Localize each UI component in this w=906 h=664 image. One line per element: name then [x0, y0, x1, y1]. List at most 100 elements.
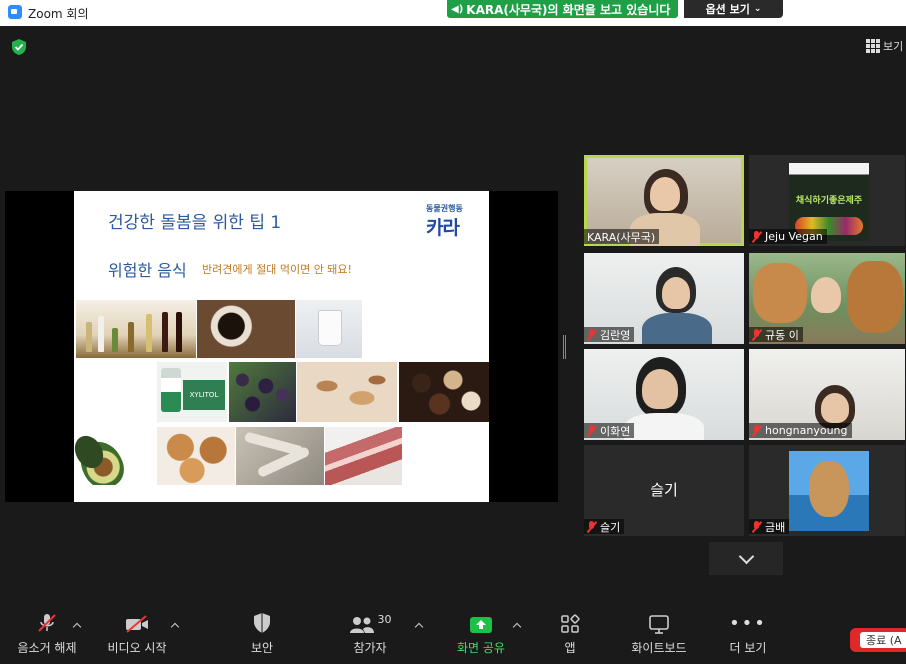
whiteboard-label: 화이트보드: [631, 641, 687, 655]
share-screen-icon: [470, 617, 492, 633]
dog-right: [847, 261, 903, 333]
participant-name-tag: KARA(사무국): [584, 229, 660, 244]
meeting-toolbar: 음소거 해제 비디오 시작 보안 30 참가자 화면 공유 앱 화이트보드 ••…: [0, 608, 906, 664]
security-label: 보안: [250, 641, 274, 655]
panel-resize-handle[interactable]: [563, 335, 566, 359]
participants-label: 참가자: [353, 641, 387, 655]
milk-image: [296, 300, 362, 358]
participant-tile[interactable]: KARA(사무국): [584, 155, 744, 246]
participants-icon: [349, 617, 374, 633]
chevron-up-icon[interactable]: [414, 622, 424, 632]
participant-name: 김란영: [600, 328, 631, 342]
mic-off-icon: [752, 230, 762, 243]
mic-off-icon: [587, 520, 597, 533]
end-meeting-button[interactable]: 종료 (A: [850, 628, 906, 652]
presentation-slide: 건강한 돌봄을 위한 팁 1 위험한 음식 반려견에게 절대 먹이면 안 돼요!…: [74, 191, 489, 502]
participant-name: Jeju Vegan: [765, 230, 823, 243]
more-button[interactable]: ••• 더 보기: [726, 608, 770, 664]
share-status-text: KARA(사무국)의 화면을 보고 있습니다: [466, 2, 671, 17]
participant-name: 금배: [765, 520, 786, 534]
participant-name-tag: 슬기: [584, 519, 625, 534]
chocolate-image: [399, 362, 489, 422]
share-screen-button[interactable]: 화면 공유: [452, 608, 510, 664]
participant-name: 규동 이: [765, 328, 799, 342]
coffee-image: [197, 300, 295, 358]
participant-name-tag: 김란영: [584, 327, 635, 342]
zoom-logo-icon: [8, 5, 22, 19]
share-status-banner: ◀) KARA(사무국)의 화면을 보고 있습니다: [447, 0, 679, 18]
mic-off-icon: [752, 424, 762, 437]
chevron-up-icon[interactable]: [170, 622, 180, 632]
slide-title: 건강한 돌봄을 위한 팁 1: [108, 213, 282, 233]
participant-tile[interactable]: 금배: [749, 445, 905, 536]
xylitol-label: XYLITOL: [183, 380, 225, 410]
poster-text: 채식하기좋은제주: [795, 196, 863, 206]
participant-face: [650, 177, 680, 211]
participant-tile[interactable]: 이화연: [584, 349, 744, 440]
participant-name: 슬기: [600, 520, 621, 534]
scroll-down-button[interactable]: [709, 542, 783, 575]
participants-count: 30: [377, 613, 392, 626]
grid-view-icon: [866, 39, 880, 53]
participant-name-tag: 규동 이: [749, 327, 803, 342]
more-dots-icon: •••: [729, 613, 767, 634]
apps-button[interactable]: 앱: [556, 608, 584, 664]
profile-picture: [789, 451, 869, 531]
raw-meat-image: [325, 427, 402, 485]
participants-button[interactable]: 30 참가자: [346, 608, 394, 664]
slide-logo: 카라: [426, 217, 460, 239]
chevron-down-icon: ⌄: [753, 4, 762, 14]
participant-face: [662, 277, 690, 309]
participant-display-name: 슬기: [650, 481, 678, 499]
participant-face: [642, 369, 678, 409]
participant-tile[interactable]: 규동 이: [749, 253, 905, 344]
slide-subtitle: 위험한 음식: [108, 261, 187, 280]
participant-tile[interactable]: 김란영: [584, 253, 744, 344]
participant-name-tag: 이화연: [584, 423, 635, 438]
end-meeting-label: 종료 (A: [860, 632, 906, 648]
grape-image: [229, 362, 296, 422]
unmute-label: 음소거 해제: [17, 641, 77, 655]
mic-off-icon: [752, 328, 762, 341]
more-label: 더 보기: [729, 641, 767, 655]
mic-off-icon: [38, 614, 56, 632]
chevron-up-icon[interactable]: [512, 622, 522, 632]
participant-tile[interactable]: 채식하기좋은제주 Jeju Vegan: [749, 155, 905, 246]
slide-note: 반려견에게 절대 먹이면 안 돼요!: [202, 263, 352, 276]
view-layout-button[interactable]: 보기: [866, 38, 903, 54]
speaker-icon: ◀): [451, 3, 464, 15]
encryption-shield-icon[interactable]: [10, 38, 28, 56]
start-video-label: 비디오 시작: [107, 641, 167, 655]
participant-name-tag: hongnanyoung: [749, 423, 852, 438]
window-title: Zoom 회의: [28, 7, 89, 21]
whiteboard-button[interactable]: 화이트보드: [626, 608, 692, 664]
share-screen-label: 화면 공유: [457, 641, 505, 655]
participant-name: 이화연: [600, 424, 631, 438]
dog-left: [753, 263, 807, 323]
chevron-up-icon[interactable]: [72, 622, 82, 632]
participant-name-tag: 금배: [749, 519, 790, 534]
participant-tile[interactable]: 슬기 슬기: [584, 445, 744, 536]
view-options-button[interactable]: 옵션 보기 ⌄: [684, 0, 783, 18]
whiteboard-icon: [649, 615, 669, 634]
participant-name-tag: Jeju Vegan: [749, 229, 827, 244]
unmute-button[interactable]: 음소거 해제: [17, 608, 77, 664]
xylitol-gum-image: XYLITOL: [157, 362, 227, 422]
nuts-image: [297, 362, 397, 422]
participant-name: hongnanyoung: [765, 424, 848, 437]
view-label: 보기: [883, 40, 904, 53]
shield-icon: [254, 613, 270, 633]
participant-face: [821, 393, 849, 423]
security-button[interactable]: 보안: [246, 608, 278, 664]
alcohol-image: [76, 300, 196, 358]
mic-off-icon: [587, 328, 597, 341]
view-options-label: 옵션 보기: [705, 3, 750, 16]
avocado-image: [74, 427, 156, 485]
participant-face: [811, 277, 841, 313]
start-video-button[interactable]: 비디오 시작: [106, 608, 168, 664]
apps-label: 앱: [564, 641, 576, 655]
participant-name: KARA(사무국): [587, 230, 656, 244]
mic-off-icon: [752, 520, 762, 533]
participant-tile[interactable]: hongnanyoung: [749, 349, 905, 440]
apps-icon: [561, 614, 580, 633]
